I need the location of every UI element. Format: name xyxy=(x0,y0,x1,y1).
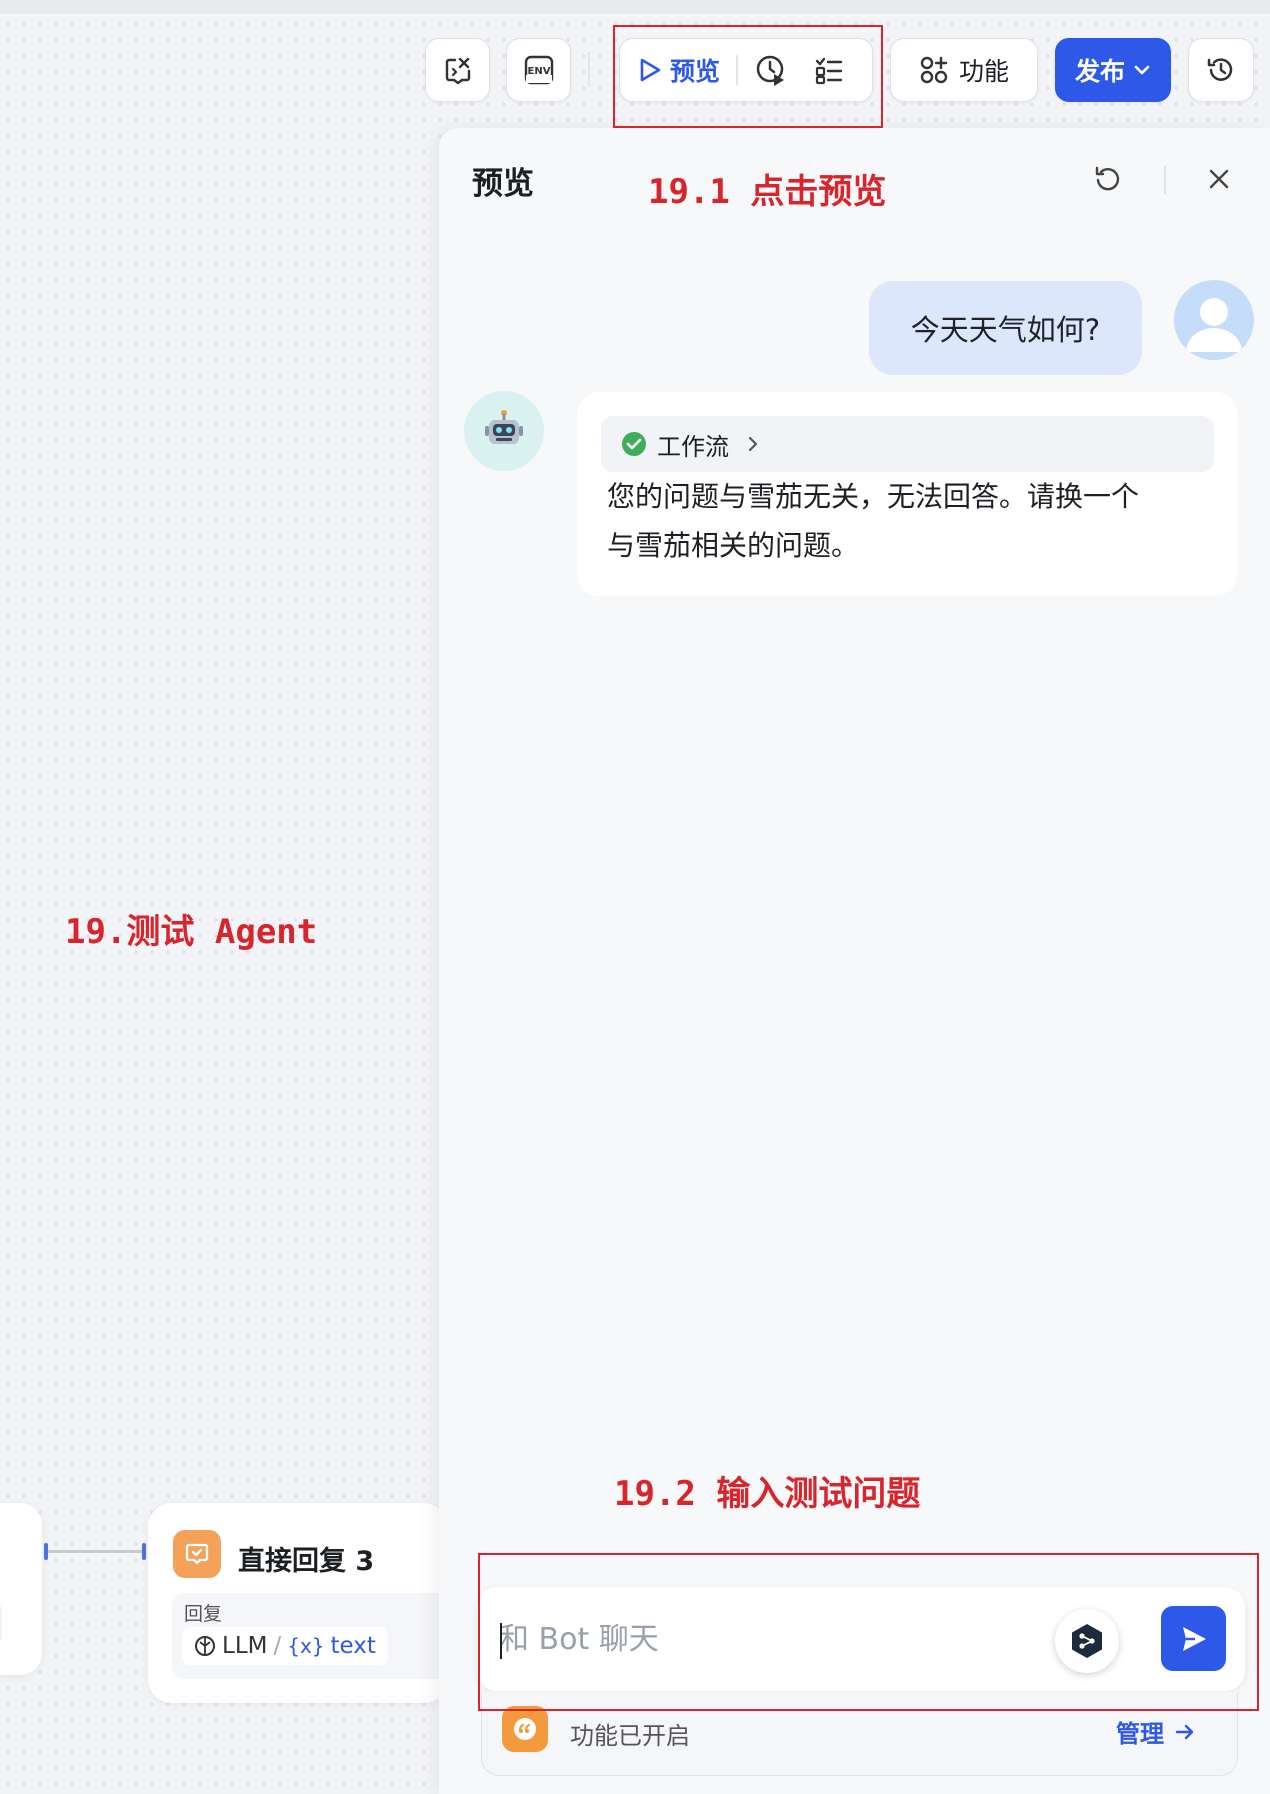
success-check-icon xyxy=(622,432,646,456)
env-icon: ENV xyxy=(524,55,553,85)
env-variables-button[interactable]: ENV xyxy=(506,38,571,102)
quote-icon xyxy=(502,1706,548,1752)
user-avatar xyxy=(1174,280,1254,360)
workflow-chip[interactable]: 工作流 xyxy=(601,416,1214,472)
node-field-panel: 回复 LLM / {x} text xyxy=(172,1593,472,1679)
bot-reply-line: 您的问题与雪茄无关，无法回答。请换一个 xyxy=(607,480,1140,513)
features-icon xyxy=(920,56,948,84)
panel-header-separator xyxy=(1164,166,1166,194)
annotation-box-input xyxy=(478,1553,1259,1711)
previous-node[interactable] xyxy=(0,1503,42,1675)
features-button[interactable]: 功能 xyxy=(890,38,1038,102)
manage-link[interactable]: 管理 xyxy=(1116,1714,1196,1749)
publish-button-label: 发布 xyxy=(1074,57,1125,86)
annotation-step-main: 19.测试 Agent xyxy=(65,912,318,952)
variable-source: LLM xyxy=(222,1633,268,1659)
publish-button[interactable]: 发布 xyxy=(1055,38,1171,102)
direct-reply-node[interactable]: 直接回复 3 回复 LLM / {x} text xyxy=(148,1503,472,1703)
annotation-step-1: 19.1 点击预览 xyxy=(648,172,887,212)
panel-title: 预览 xyxy=(472,166,534,202)
clear-test-icon xyxy=(445,57,470,85)
node-title: 直接回复 3 xyxy=(238,1546,375,1577)
clear-test-data-button[interactable] xyxy=(425,38,490,102)
bot-message: 工作流 您的问题与雪茄无关，无法回答。请换一个 与雪茄相关的问题。 xyxy=(577,392,1237,596)
features-enabled-text: 功能已开启 xyxy=(570,1722,690,1750)
robot-icon xyxy=(485,410,523,444)
annotation-box-preview xyxy=(613,25,883,128)
chevron-down-icon xyxy=(1134,65,1150,75)
top-strip xyxy=(0,0,1270,14)
variable-tag: LLM / {x} text xyxy=(182,1627,388,1665)
close-icon[interactable] xyxy=(1208,168,1230,190)
user-message: 今天天气如何? xyxy=(869,281,1142,375)
node-field-label: 回复 xyxy=(184,1603,223,1625)
preview-panel: 预览 xyxy=(439,128,1270,1794)
toolbar-separator xyxy=(588,52,590,86)
annotation-step-2: 19.2 输入测试问题 xyxy=(614,1474,921,1514)
variable-icon: {x} xyxy=(287,1634,325,1658)
bot-reply-text: 您的问题与雪茄无关，无法回答。请换一个 与雪茄相关的问题。 xyxy=(607,472,1217,570)
bot-reply-line: 与雪茄相关的问题。 xyxy=(607,529,860,562)
connection-line xyxy=(44,1543,146,1560)
version-history-button[interactable] xyxy=(1188,38,1254,102)
reset-icon[interactable] xyxy=(1091,163,1123,195)
node-type-icon xyxy=(173,1530,221,1578)
bot-avatar xyxy=(464,391,544,471)
history-icon xyxy=(1207,58,1233,81)
svg-text:ENV: ENV xyxy=(527,66,550,77)
variable-separator: / xyxy=(273,1633,282,1659)
workflow-label: 工作流 xyxy=(657,432,729,461)
features-button-label: 功能 xyxy=(958,57,1009,86)
manage-link-label: 管理 xyxy=(1116,1720,1164,1748)
arrow-right-icon xyxy=(1175,1724,1194,1739)
variable-name: text xyxy=(330,1633,376,1659)
chevron-right-icon xyxy=(748,436,758,452)
llm-icon xyxy=(195,1636,215,1656)
